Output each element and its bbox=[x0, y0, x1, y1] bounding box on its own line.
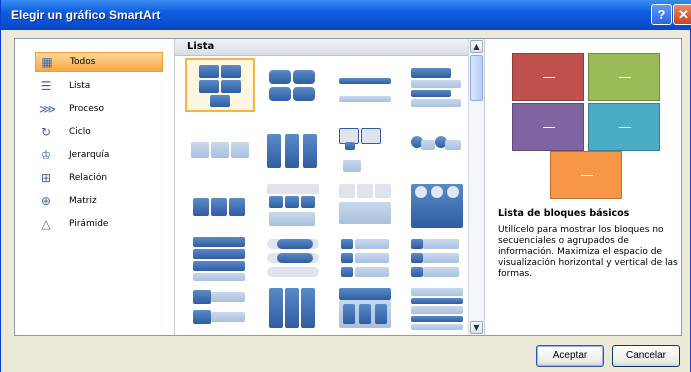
category-label: Matriz bbox=[69, 196, 97, 206]
layout-tile[interactable] bbox=[333, 235, 399, 285]
layout-tile[interactable] bbox=[261, 235, 327, 285]
layout-tile[interactable] bbox=[261, 60, 327, 110]
layout-tile[interactable] bbox=[405, 182, 471, 232]
preview-block-purple bbox=[512, 103, 584, 151]
category-label: Jerarquía bbox=[69, 150, 110, 160]
layout-tile[interactable] bbox=[187, 235, 253, 285]
category-list: ▦ Todos ☰ Lista ⋙ Proceso ↻ Ciclo ♔ Jera… bbox=[15, 39, 174, 335]
process-icon: ⋙ bbox=[39, 102, 57, 116]
category-jerarquia[interactable]: ♔ Jerarquía bbox=[35, 146, 163, 166]
category-label: Relación bbox=[69, 173, 108, 183]
category-label: Lista bbox=[69, 81, 91, 91]
title-bar[interactable]: Elegir un gráfico SmartArt ? ✕ bbox=[1, 0, 691, 30]
layout-tile[interactable] bbox=[187, 126, 253, 176]
category-label: Proceso bbox=[69, 104, 104, 114]
layout-tile[interactable] bbox=[261, 126, 327, 176]
layout-basic-block-list[interactable] bbox=[185, 58, 255, 112]
scroll-down-button[interactable]: ▼ bbox=[470, 321, 483, 334]
cycle-icon: ↻ bbox=[40, 125, 52, 139]
preview-block-orange bbox=[550, 151, 622, 199]
layout-tile[interactable] bbox=[405, 284, 471, 334]
dialog-title: Elegir un gráfico SmartArt bbox=[11, 8, 161, 22]
layout-tile[interactable] bbox=[405, 126, 471, 176]
hierarchy-icon: ♔ bbox=[40, 148, 52, 162]
category-label: Pirámide bbox=[69, 219, 109, 229]
layout-gallery: Lista ▲ ▼ bbox=[175, 39, 484, 335]
layout-tile[interactable] bbox=[333, 126, 399, 176]
scrollbar-thumb[interactable] bbox=[470, 55, 483, 101]
help-button[interactable]: ? bbox=[651, 4, 672, 25]
pyramid-icon: △ bbox=[41, 217, 51, 231]
layout-tile[interactable] bbox=[187, 182, 253, 232]
matrix-icon: ⊕ bbox=[40, 194, 52, 208]
gallery-scrollbar[interactable]: ▲ ▼ bbox=[468, 39, 484, 335]
category-piramide[interactable]: △ Pirámide bbox=[35, 215, 163, 235]
cancel-button[interactable]: Cancelar bbox=[612, 345, 680, 367]
list-icon: ☰ bbox=[40, 79, 52, 93]
gallery-header: Lista bbox=[175, 39, 468, 56]
layout-tile[interactable] bbox=[333, 182, 399, 232]
category-label: Ciclo bbox=[69, 127, 91, 137]
layout-tile[interactable] bbox=[261, 284, 327, 334]
category-todos[interactable]: ▦ Todos bbox=[35, 52, 163, 72]
layout-tile[interactable] bbox=[333, 284, 399, 334]
ok-button[interactable]: Aceptar bbox=[536, 345, 604, 367]
category-lista[interactable]: ☰ Lista bbox=[35, 77, 163, 97]
layout-tile[interactable] bbox=[187, 284, 253, 334]
close-button[interactable]: ✕ bbox=[673, 4, 691, 25]
scroll-up-button[interactable]: ▲ bbox=[470, 40, 483, 53]
relationship-icon: ⊞ bbox=[40, 171, 52, 185]
category-relacion[interactable]: ⊞ Relación bbox=[35, 169, 163, 189]
preview-title: Lista de bloques básicos bbox=[498, 208, 630, 219]
dialog-content: ▦ Todos ☰ Lista ⋙ Proceso ↻ Ciclo ♔ Jera… bbox=[14, 38, 682, 336]
preview-panel: Lista de bloques básicos Utilícelo para … bbox=[485, 39, 681, 335]
category-ciclo[interactable]: ↻ Ciclo bbox=[35, 123, 163, 143]
category-label: Todos bbox=[70, 57, 96, 67]
preview-block-red bbox=[512, 53, 584, 101]
smartart-dialog: Elegir un gráfico SmartArt ? ✕ ▦ Todos ☰… bbox=[0, 0, 691, 372]
category-matriz[interactable]: ⊕ Matriz bbox=[35, 192, 163, 212]
preview-block-green bbox=[588, 53, 660, 101]
gallery-header-label: Lista bbox=[187, 41, 215, 52]
all-icon: ▦ bbox=[41, 55, 53, 69]
category-proceso[interactable]: ⋙ Proceso bbox=[35, 100, 163, 120]
layout-tile[interactable] bbox=[261, 182, 327, 232]
layout-tile[interactable] bbox=[405, 235, 471, 285]
layout-tile[interactable] bbox=[333, 60, 399, 110]
preview-block-teal bbox=[588, 103, 660, 151]
preview-description: Utilícelo para mostrar los bloques no se… bbox=[498, 225, 678, 279]
layout-tile[interactable] bbox=[405, 60, 471, 110]
